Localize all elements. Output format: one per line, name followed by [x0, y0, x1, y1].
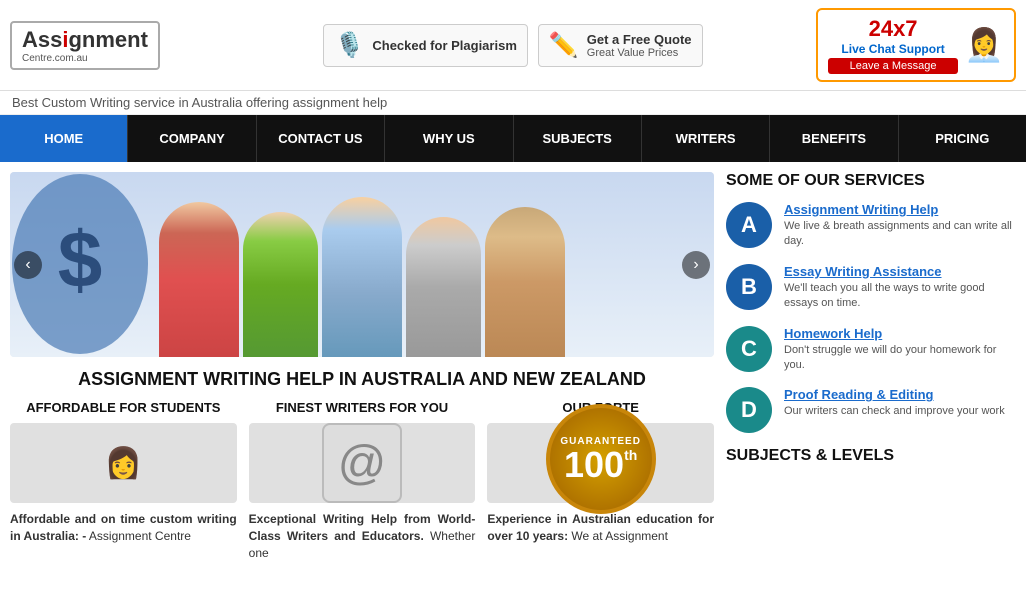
slider-prev-button[interactable]: ‹ [14, 251, 42, 279]
service-desc-b: We'll teach you all the ways to write go… [784, 281, 1016, 312]
service-item-d: D Proof Reading & Editing Our writers ca… [726, 387, 1016, 433]
service-text-d: Proof Reading & Editing Our writers can … [784, 387, 1016, 419]
service-name-d[interactable]: Proof Reading & Editing [784, 387, 1016, 402]
service-icon-d: D [726, 387, 772, 433]
col3-text: We at Assignment [571, 529, 668, 543]
nav-subjects[interactable]: SUBJECTS [514, 115, 642, 162]
person4-silhouette [406, 217, 481, 357]
nav-contact[interactable]: CONTACT US [257, 115, 385, 162]
col2-body: Exceptional Writing Help from World-Clas… [249, 511, 476, 561]
col1-body: Affordable and on time custom writing in… [10, 511, 237, 545]
col2-image: @ [249, 423, 476, 503]
nav-writers[interactable]: WRITERS [642, 115, 770, 162]
header-badges: 🎙️ Checked for Plagiarism ✏️ Get a Free … [210, 24, 816, 67]
tagline: Best Custom Writing service in Australia… [0, 91, 1026, 115]
nav: HOME COMPANY CONTACT US WHY US SUBJECTS … [0, 115, 1026, 162]
col-affordable: AFFORDABLE FOR STUDENTS 👩 Affordable and… [10, 400, 237, 561]
service-desc-a: We live & breath assignments and can wri… [784, 219, 1016, 250]
guaranteed-number: 100 [564, 447, 624, 483]
three-columns: AFFORDABLE FOR STUDENTS 👩 Affordable and… [10, 400, 714, 561]
col3-image: GUARANTEED 100 th [487, 423, 714, 503]
plagiarism-icon: 🎙️ [334, 31, 364, 60]
service-desc-d: Our writers can check and improve your w… [784, 404, 1016, 419]
main-heading: ASSIGNMENT WRITING HELP IN AUSTRALIA AND… [10, 369, 714, 390]
service-icon-b: B [726, 264, 772, 310]
person2-silhouette [243, 212, 318, 357]
service-icon-c: C [726, 326, 772, 372]
person3-silhouette [322, 197, 402, 357]
quote-icon: ✏️ [549, 31, 579, 60]
guaranteed-suffix: th [624, 447, 637, 463]
main: $ ‹ › ASSIGNMENT WRITING HELP IN AUSTRAL… [0, 162, 1026, 571]
service-item-b: B Essay Writing Assistance We'll teach y… [726, 264, 1016, 312]
hero-slider: $ ‹ › [10, 172, 714, 357]
logo-area: Assignment Centre.com.au [10, 21, 210, 70]
col-writers: FINEST WRITERS FOR YOU @ Exceptional Wri… [249, 400, 476, 561]
header: Assignment Centre.com.au 🎙️ Checked for … [0, 0, 1026, 91]
service-desc-c: Don't struggle we will do your homework … [784, 343, 1016, 374]
service-icon-a: A [726, 202, 772, 248]
person1-silhouette [159, 202, 239, 357]
left-column: $ ‹ › ASSIGNMENT WRITING HELP IN AUSTRAL… [10, 172, 714, 561]
nav-whyus[interactable]: WHY US [385, 115, 513, 162]
right-column: SOME OF OUR SERVICES A Assignment Writin… [726, 172, 1016, 561]
guaranteed-number-group: 100 th [564, 447, 637, 483]
logo-text: Assignment [22, 27, 148, 53]
col-forte: OUR FORTE GUARANTEED 100 th Experience i… [487, 400, 714, 561]
chat-label: Live Chat Support [828, 42, 958, 56]
at-symbol-icon: @ [322, 423, 402, 503]
services-title: SOME OF OUR SERVICES [726, 172, 1016, 190]
logo-sub: Centre.com.au [22, 53, 148, 64]
slider-image: $ [10, 172, 714, 357]
svg-text:$: $ [58, 215, 103, 304]
subjects-title: SUBJECTS & LEVELS [726, 447, 1016, 465]
chat-box[interactable]: 24x7 Live Chat Support Leave a Message 👩… [816, 8, 1016, 82]
slider-next-button[interactable]: › [682, 251, 710, 279]
quote-sub: Great Value Prices [587, 47, 692, 59]
nav-benefits[interactable]: BENEFITS [770, 115, 898, 162]
service-name-c[interactable]: Homework Help [784, 326, 1016, 341]
person5-silhouette [485, 207, 565, 357]
service-name-a[interactable]: Assignment Writing Help [784, 202, 1016, 217]
col1-title: AFFORDABLE FOR STUDENTS [10, 400, 237, 415]
nav-home[interactable]: HOME [0, 115, 128, 162]
logo-box[interactable]: Assignment Centre.com.au [10, 21, 160, 70]
support-avatar: 👩‍💼 [964, 26, 1004, 64]
col2-title: FINEST WRITERS FOR YOU [249, 400, 476, 415]
nav-pricing[interactable]: PRICING [899, 115, 1026, 162]
nav-company[interactable]: COMPANY [128, 115, 256, 162]
plagiarism-badge[interactable]: 🎙️ Checked for Plagiarism [323, 24, 527, 67]
service-item-a: A Assignment Writing Help We live & brea… [726, 202, 1016, 250]
quote-text: Get a Free Quote [587, 32, 692, 47]
quote-badge[interactable]: ✏️ Get a Free Quote Great Value Prices [538, 24, 703, 67]
service-text-c: Homework Help Don't struggle we will do … [784, 326, 1016, 374]
col1-image: 👩 [10, 423, 237, 503]
chat-message[interactable]: Leave a Message [828, 58, 958, 74]
chat-time: 24x7 [828, 16, 958, 42]
guaranteed-badge: GUARANTEED 100 th [546, 404, 656, 514]
service-name-b[interactable]: Essay Writing Assistance [784, 264, 1016, 279]
service-text-a: Assignment Writing Help We live & breath… [784, 202, 1016, 250]
plagiarism-text: Checked for Plagiarism [372, 38, 517, 53]
col1-text: Assignment Centre [89, 529, 191, 543]
service-item-c: C Homework Help Don't struggle we will d… [726, 326, 1016, 374]
col3-body: Experience in Australian education for o… [487, 511, 714, 545]
service-text-b: Essay Writing Assistance We'll teach you… [784, 264, 1016, 312]
